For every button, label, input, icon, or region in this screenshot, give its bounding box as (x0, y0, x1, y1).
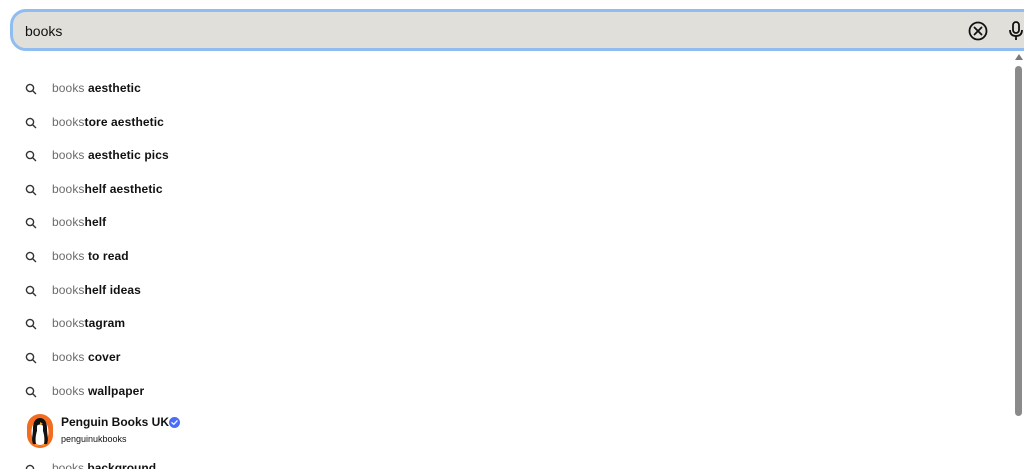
suggestion-item[interactable]: books to read (0, 242, 1000, 272)
suggestion-item[interactable]: books aesthetic pics (0, 141, 1000, 171)
search-input[interactable] (25, 21, 925, 41)
scroll-thumb[interactable] (1015, 66, 1022, 416)
suggestion-item[interactable]: bookshelf (0, 208, 1000, 238)
profile-username: penguinukbooks (61, 434, 127, 444)
suggestion-text: bookstagram (52, 316, 126, 330)
suggestion-item[interactable]: books aesthetic (0, 74, 1000, 104)
search-icon (25, 352, 37, 364)
voice-search-button[interactable] (1006, 20, 1024, 42)
penguin-logo-icon (28, 415, 52, 447)
search-icon (25, 285, 37, 297)
search-icon (25, 117, 37, 129)
search-icon (25, 464, 35, 469)
suggestion-text: bookstore aesthetic (52, 115, 164, 129)
suggestion-text: books background (52, 461, 157, 469)
suggestion-item[interactable]: books wallpaper (0, 377, 1000, 407)
scrollbar[interactable] (1012, 52, 1024, 469)
search-bar[interactable] (10, 9, 1024, 51)
profile-suggestion[interactable]: Penguin Books UK penguinukbooks (0, 409, 1000, 453)
search-icon (25, 150, 37, 162)
suggestion-item[interactable]: bookshelf ideas (0, 276, 1000, 306)
suggestion-text: books cover (52, 350, 121, 364)
verified-badge-icon (169, 417, 180, 428)
suggestion-text: books wallpaper (52, 384, 145, 398)
search-icon (25, 318, 37, 330)
scroll-up-arrow-icon[interactable] (1015, 54, 1023, 60)
suggestion-item[interactable]: bookstore aesthetic (0, 108, 1000, 138)
suggestion-text: books to read (52, 249, 129, 263)
suggestion-text: bookshelf aesthetic (52, 182, 163, 196)
suggestion-text: books aesthetic (52, 81, 141, 95)
suggestion-item[interactable]: bookstagram (0, 309, 1000, 339)
search-icon (25, 386, 37, 398)
microphone-icon (1009, 21, 1023, 40)
search-icon (25, 251, 37, 263)
avatar (27, 414, 53, 448)
suggestion-text: books aesthetic pics (52, 148, 169, 162)
suggestion-text: bookshelf (52, 215, 107, 229)
suggestion-item[interactable]: bookshelf aesthetic (0, 175, 1000, 205)
search-icon (25, 83, 37, 95)
close-circle-icon (968, 21, 988, 41)
profile-name: Penguin Books UK (61, 415, 170, 429)
search-icon (25, 217, 37, 229)
suggestion-text: bookshelf ideas (52, 283, 141, 297)
partial-suggestion-item[interactable]: books background (0, 456, 1024, 469)
suggestion-item[interactable]: books cover (0, 343, 1000, 373)
clear-search-button[interactable] (967, 20, 989, 42)
search-dropdown-screen: books aesthetic bookstore aesthetic book… (0, 0, 1024, 469)
search-icon (25, 184, 37, 196)
